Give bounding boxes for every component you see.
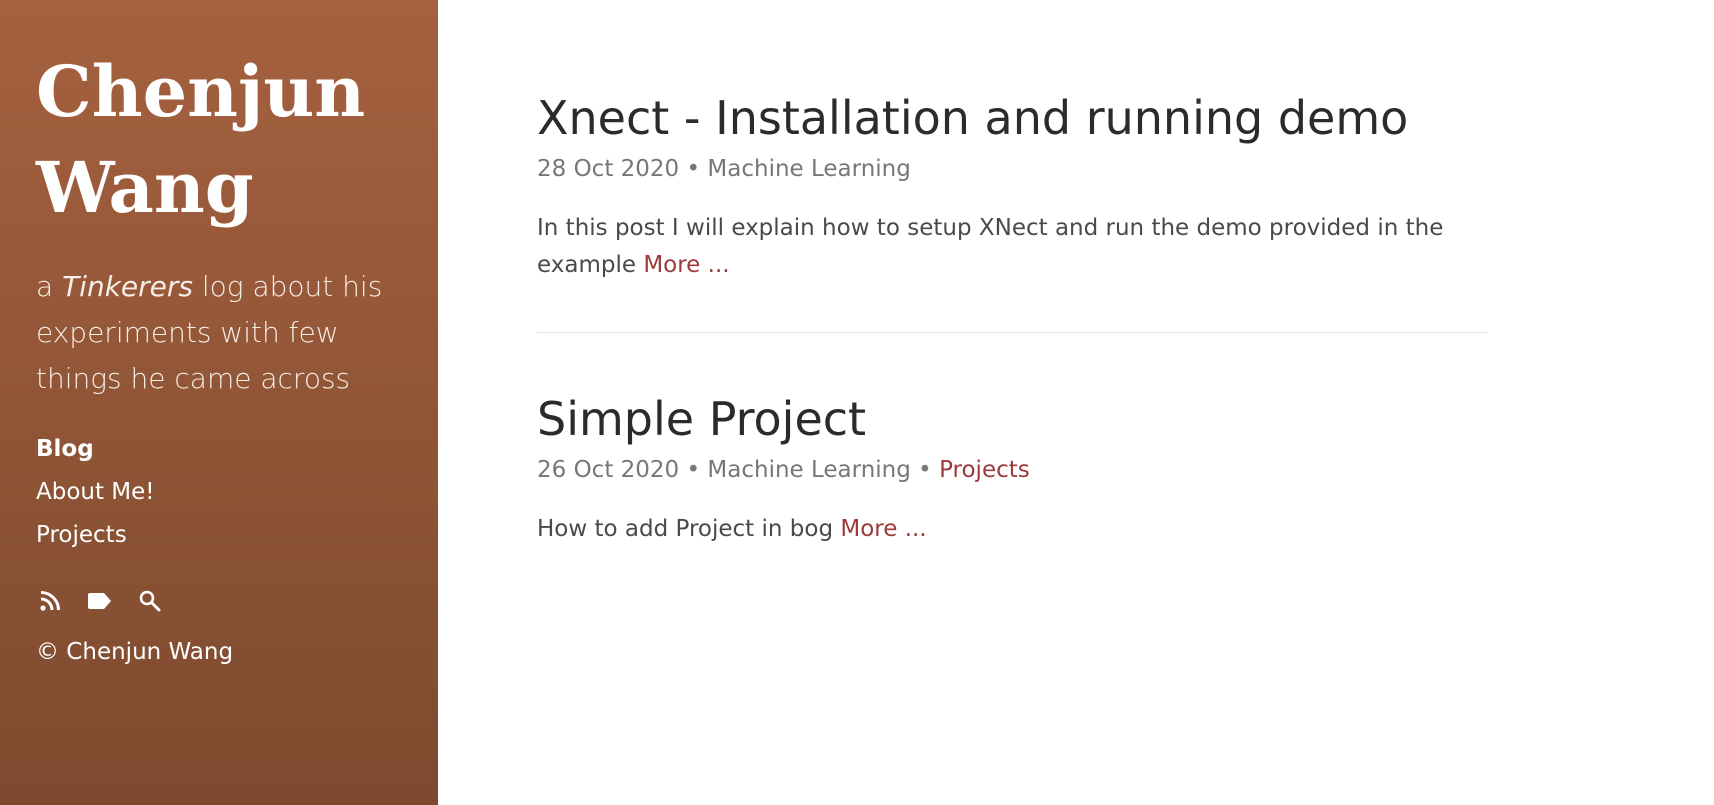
post-category: Machine Learning bbox=[707, 457, 911, 483]
post-meta: 28 Oct 2020 • Machine Learning bbox=[537, 156, 911, 182]
post-item: Simple Project 26 Oct 2020 • Machine Lea… bbox=[537, 385, 1487, 548]
sidebar-icons bbox=[36, 585, 402, 617]
post-category: Machine Learning bbox=[707, 156, 911, 182]
site-tagline: a Tinkerers log about his experiments wi… bbox=[36, 264, 402, 402]
post-date: 26 Oct 2020 bbox=[537, 457, 680, 483]
post-list: Xnect - Installation and running demo 28… bbox=[537, 84, 1487, 548]
tagline-prefix: a bbox=[36, 270, 63, 303]
rss-icon[interactable] bbox=[36, 587, 64, 615]
nav-item-blog[interactable]: Blog bbox=[36, 428, 402, 471]
post-meta: 26 Oct 2020 • Machine Learning • Project… bbox=[537, 457, 1030, 483]
copyright: © Chenjun Wang bbox=[36, 639, 234, 665]
read-more-link[interactable]: More ... bbox=[643, 252, 729, 278]
post-excerpt: How to add Project in bog More ... bbox=[537, 511, 1487, 548]
search-icon[interactable] bbox=[136, 587, 164, 615]
post-excerpt-text: How to add Project in bog bbox=[537, 516, 841, 542]
post-excerpt: In this post I will explain how to setup… bbox=[537, 210, 1487, 284]
nav-item-projects[interactable]: Projects bbox=[36, 514, 402, 557]
site-title[interactable]: Chenjun Wang bbox=[36, 44, 402, 236]
sidebar-nav: Blog About Me! Projects bbox=[36, 428, 402, 557]
post-divider bbox=[537, 332, 1487, 333]
post-date: 28 Oct 2020 bbox=[537, 156, 680, 182]
site-title-line2[interactable]: Wang bbox=[36, 146, 254, 229]
post-title[interactable]: Xnect - Installation and running demo bbox=[537, 84, 1487, 152]
sidebar: Chenjun Wang a Tinkerers log about his e… bbox=[0, 0, 438, 805]
tag-icon[interactable] bbox=[86, 587, 114, 615]
read-more-link[interactable]: More ... bbox=[840, 516, 926, 542]
tagline-emphasis: Tinkerers bbox=[62, 270, 193, 303]
nav-item-about[interactable]: About Me! bbox=[36, 471, 402, 514]
site-title-line1[interactable]: Chenjun bbox=[36, 50, 365, 133]
post-item: Xnect - Installation and running demo 28… bbox=[537, 84, 1487, 284]
post-tag-link[interactable]: Projects bbox=[939, 457, 1030, 483]
post-title[interactable]: Simple Project bbox=[537, 385, 1487, 453]
